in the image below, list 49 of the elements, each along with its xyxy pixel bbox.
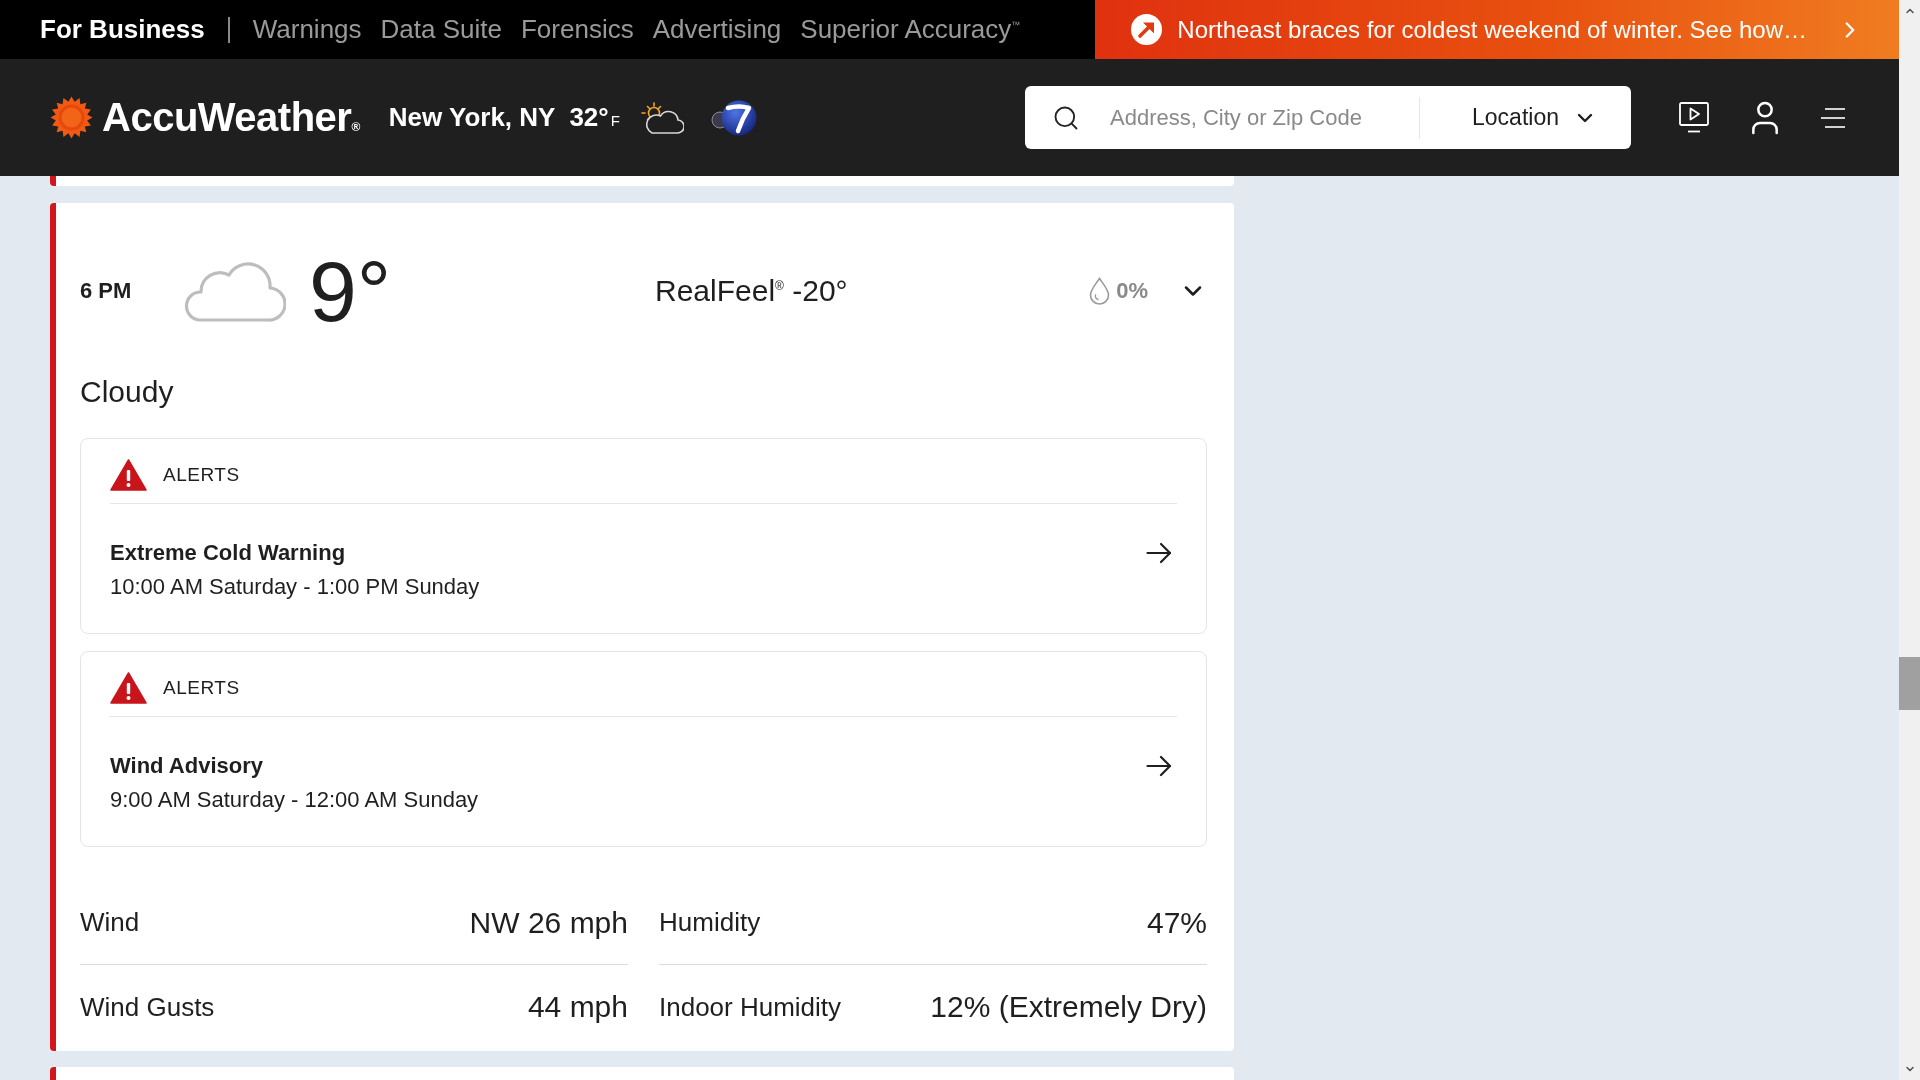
alert-period: 10:00 AM Saturday - 1:00 PM Sunday xyxy=(110,573,480,601)
detail-label: Humidity xyxy=(659,907,761,938)
detail-value: 47% xyxy=(1146,905,1207,940)
menu-icon[interactable] xyxy=(1821,107,1845,128)
arrow-circle-icon xyxy=(1131,14,1163,45)
detail-value: 12% (Extremely Dry) xyxy=(930,990,1207,1024)
location-name[interactable]: New York, NY xyxy=(388,102,556,133)
nav-link[interactable]: Data Suite xyxy=(380,14,502,45)
warning-icon xyxy=(110,672,147,704)
nav-link[interactable]: Advertising xyxy=(652,14,782,45)
nav-link[interactable]: Superior Accuracy$^{™}$ xyxy=(800,14,1021,45)
droplet-icon xyxy=(1089,277,1111,305)
temperature-unit: F xyxy=(610,112,620,129)
cloud-icon xyxy=(184,260,286,322)
nav-link[interactable]: For Business xyxy=(40,14,205,45)
detail-label: Wind xyxy=(80,907,140,938)
realfeel-reading: RealFeel$^{®}$ -20° xyxy=(655,274,848,308)
alert-card[interactable]: ALERTS Extreme Cold Warning 10:00 AM Saturday - 1:00 PM Sunday xyxy=(80,438,1207,634)
video-play-icon[interactable] xyxy=(1679,101,1709,134)
nav-link[interactable]: Warnings xyxy=(252,14,362,45)
precipitation-chance: 0% xyxy=(1116,278,1148,304)
detail-label: Wind Gusts xyxy=(80,991,215,1023)
current-temperature: 32° xyxy=(569,102,609,133)
alert-title: Extreme Cold Warning xyxy=(110,539,347,567)
alerts-label: ALERTS xyxy=(163,464,240,486)
alert-title: Wind Advisory xyxy=(110,752,264,780)
scrollbar-thumb[interactable] xyxy=(1899,657,1920,710)
arrow-right-icon xyxy=(1146,755,1172,777)
weather-condition: Cloudy xyxy=(80,374,175,410)
nav-link[interactable]: Forensics xyxy=(521,14,634,45)
sun-cloud-icon xyxy=(639,101,684,134)
detail-label: Indoor Humidity xyxy=(659,991,842,1023)
search-bar[interactable]: Address, City or Zip Code Location xyxy=(1025,86,1631,149)
forecast-temperature: 9° xyxy=(309,248,392,334)
forecast-time: 6 PM xyxy=(80,278,133,304)
detail-value: NW 26 mph xyxy=(469,905,628,940)
alerts-label: ALERTS xyxy=(163,677,240,699)
search-input[interactable]: Address, City or Zip Code xyxy=(1108,97,1420,138)
location-dropdown[interactable]: Location xyxy=(1420,86,1631,149)
arrow-right-icon xyxy=(1146,542,1172,564)
detail-value: 44 mph xyxy=(527,990,628,1024)
alert-period: 9:00 AM Saturday - 12:00 AM Sunday xyxy=(110,786,479,814)
station-logo xyxy=(710,98,757,137)
sun-logo-icon xyxy=(50,96,93,139)
scrollbar[interactable] xyxy=(1899,0,1920,1080)
alert-card[interactable]: ALERTS Wind Advisory 9:00 AM Saturday - 12:00 AM Sunday xyxy=(80,651,1207,847)
news-banner[interactable]: Northeast braces for coldest weekend of winter. See how… xyxy=(1095,0,1899,59)
warning-icon xyxy=(110,459,147,491)
news-headline: Northeast braces for coldest weekend of winter. See how… xyxy=(1177,15,1807,44)
